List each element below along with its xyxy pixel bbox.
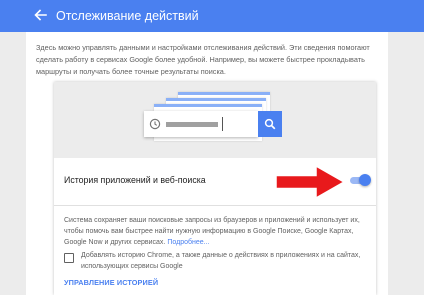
search-illustration — [54, 82, 376, 158]
setting-description: Система сохраняет ваши поисковые запросы… — [64, 215, 369, 248]
chrome-history-checkbox[interactable] — [64, 253, 74, 263]
web-app-activity-label: История приложений и веб-поиска — [64, 175, 206, 185]
illustration-search-button — [258, 111, 282, 137]
red-arrow-annotation — [275, 164, 346, 200]
text-cursor — [222, 117, 223, 131]
app-header: Отслеживание действий — [0, 0, 424, 32]
toggle-knob — [359, 174, 371, 186]
manage-history-link[interactable]: УПРАВЛЕНИЕ ИСТОРИЕЙ — [64, 278, 158, 287]
back-arrow-icon[interactable] — [33, 8, 47, 22]
setting-description-text: Система сохраняет ваши поисковые запросы… — [64, 217, 360, 246]
illustration-search-box — [144, 111, 258, 137]
search-query-placeholder — [166, 122, 218, 127]
web-app-activity-toggle[interactable] — [350, 174, 371, 186]
page-title: Отслеживание действий — [56, 9, 199, 23]
chrome-history-checkbox-label[interactable]: Добавлять историю Chrome, а также данные… — [81, 250, 371, 272]
intro-text: Здесь можно управлять данными и настройк… — [36, 43, 370, 76]
more-info-link[interactable]: Подробнее... — [167, 239, 209, 246]
web-app-activity-row[interactable]: История приложений и веб-поиска — [54, 158, 376, 206]
clock-icon — [149, 118, 161, 130]
search-icon — [264, 118, 276, 130]
activity-panel: История приложений и веб-поиска Система … — [54, 82, 376, 295]
content-card: Здесь можно управлять данными и настройк… — [26, 32, 388, 295]
